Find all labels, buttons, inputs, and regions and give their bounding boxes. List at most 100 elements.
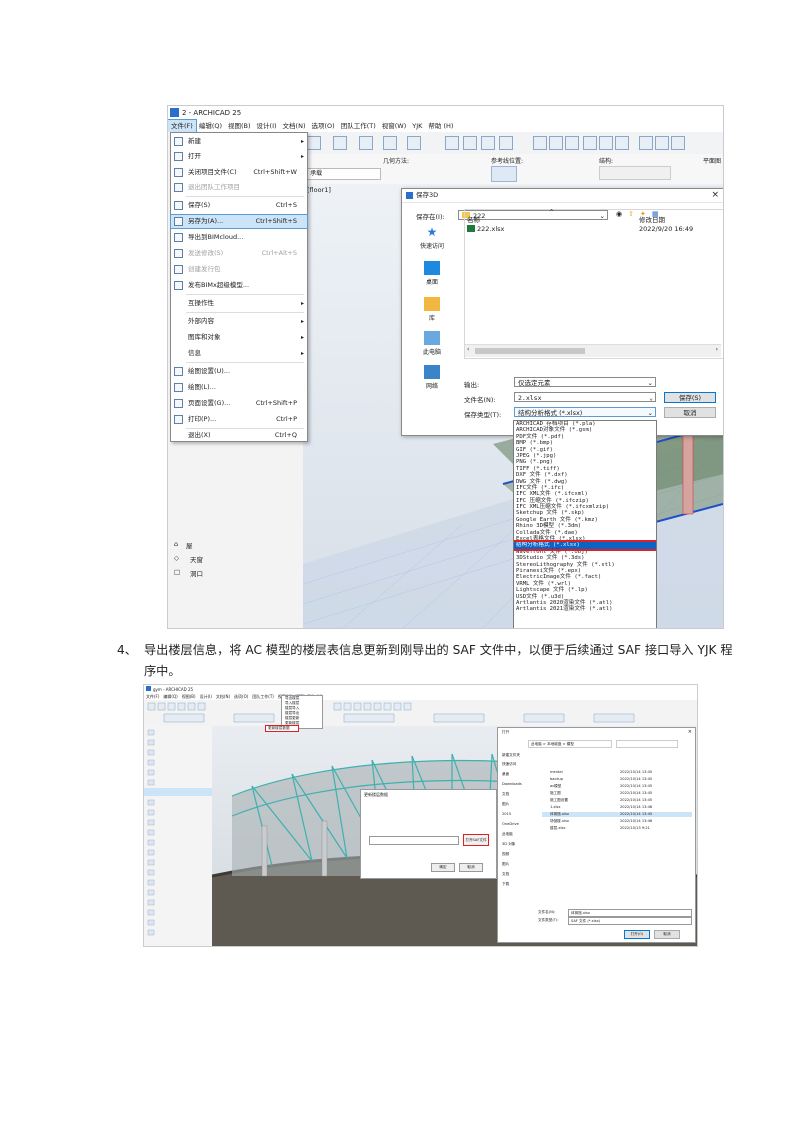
col-header-name[interactable]: 名称	[467, 214, 480, 224]
col-header-date[interactable]: 修改日期	[639, 214, 665, 224]
tool-icon[interactable]	[407, 136, 421, 150]
nav-network[interactable]: 网络	[404, 365, 460, 390]
menu-document[interactable]: 文档(N)	[280, 120, 309, 132]
nav-item[interactable]: 视频	[502, 852, 509, 857]
file-row[interactable]: ac模型 2022/10/14 13:45	[542, 784, 692, 789]
tool-icon[interactable]	[639, 136, 653, 150]
menu-item-exit[interactable]: 退出(X) Ctrl+Q	[171, 429, 307, 442]
nav-item[interactable]: 3D 对象	[502, 842, 515, 847]
nav-this-pc[interactable]: 此电脑	[404, 331, 460, 356]
new-folder-button[interactable]: 新建文件夹	[502, 753, 520, 758]
filetype-dropdown-list[interactable]: ARCHICAD 存档项目 (*.pla) ARCHICAD对象文件 (*.gsm…	[513, 420, 657, 628]
tool-icon[interactable]	[549, 136, 563, 150]
menu-design[interactable]: 设计(I)	[198, 694, 214, 699]
panel-item-skylight[interactable]: 天窗	[190, 554, 203, 564]
file-list[interactable]: 名称 ^ 修改日期 222.xlsx 2022/9/20 16:49 ‹ ›	[464, 209, 723, 359]
nav-item[interactable]: 文档	[502, 792, 509, 797]
filename-input[interactable]: 2.xlsx ⌄	[514, 392, 656, 402]
saf-path-input[interactable]	[369, 836, 459, 845]
export-select[interactable]: 仅选定元素 ⌄	[514, 377, 656, 387]
menu-item-create-package[interactable]: 创建发行包	[171, 263, 307, 276]
nav-item[interactable]: 图片	[502, 802, 509, 807]
menu-item-publish-bimx[interactable]: 发布BIMx超级模型...	[171, 279, 307, 292]
nav-libraries[interactable]: 库	[404, 297, 460, 322]
horizontal-scrollbar[interactable]: ‹ ›	[465, 344, 721, 357]
file-row[interactable]: backup 2022/10/14 13:45	[542, 777, 692, 782]
file-row[interactable]: 1.xlsx 2022/10/14 13:46	[542, 805, 692, 810]
open-button[interactable]: 打开(O)	[624, 930, 650, 939]
file-row[interactable]: mental 2022/10/14 13:45	[542, 770, 692, 775]
close-icon[interactable]: ×	[711, 189, 719, 202]
open-saf-button[interactable]: 打开SAF文件	[463, 834, 489, 846]
tool-icon[interactable]	[307, 136, 321, 150]
menu-view[interactable]: 视图(B)	[180, 694, 198, 699]
tool-icon[interactable]	[671, 136, 685, 150]
panel-item-roof[interactable]: 屋	[186, 540, 193, 550]
nav-item[interactable]: Downloads	[502, 782, 522, 787]
menu-item-open[interactable]: 打开 ▸	[171, 150, 307, 163]
menu-item-print[interactable]: 打印(P)... Ctrl+P	[171, 413, 307, 426]
menu-file[interactable]: 文件(F)	[144, 694, 161, 699]
menu-item-info[interactable]: 信息 ▸	[171, 347, 307, 360]
tool-icon[interactable]	[383, 136, 397, 150]
menu-item-drawing[interactable]: 绘图(L)...	[171, 381, 307, 394]
file-row[interactable]: 体育馆.xlsx 2022/10/14 13:45	[542, 812, 692, 817]
chevron-left-icon[interactable]: ‹	[467, 346, 469, 353]
cancel-button[interactable]: 取消	[664, 407, 716, 418]
nav-desktop[interactable]: 桌面	[404, 261, 460, 286]
menu-view[interactable]: 视图(B)	[225, 120, 254, 132]
filetype-select[interactable]: 结构分析格式 (*.xlsx) ⌄	[514, 407, 656, 417]
menu-item-libraries[interactable]: 图库和对象 ▸	[171, 331, 307, 344]
tool-icon[interactable]	[481, 136, 495, 150]
menu-file[interactable]: 文件(F)	[168, 119, 197, 133]
menu-item-external-content[interactable]: 外部内容 ▸	[171, 315, 307, 328]
cancel-button[interactable]: 取消	[459, 863, 483, 872]
filename-input[interactable]: 体育馆.xlsx	[568, 909, 692, 917]
nav-item[interactable]: 下载	[502, 882, 509, 887]
filetype-option[interactable]: Artlantis 2021渲染文件 (*.atl)	[514, 606, 656, 612]
file-row[interactable]: 施工图设置 2022/10/14 13:45	[542, 798, 692, 803]
menu-item-export-bimcloud[interactable]: 导出到BIMcloud...	[171, 231, 307, 244]
nav-item[interactable]: 快速访问	[502, 762, 516, 767]
tool-icon[interactable]	[333, 136, 347, 150]
save-button[interactable]: 保存(S)	[664, 392, 716, 403]
menu-options[interactable]: 选项(O)	[308, 120, 337, 132]
nav-item[interactable]: 文档	[502, 872, 509, 877]
chevron-right-icon[interactable]: ›	[716, 346, 718, 353]
structure-field[interactable]	[599, 166, 671, 180]
nav-item[interactable]: 此电脑	[502, 832, 513, 837]
menu-teamwork[interactable]: 团队工作(T)	[250, 694, 276, 699]
menu-teamwork[interactable]: 团队工作(T)	[338, 120, 379, 132]
nav-item[interactable]: 桌面	[502, 772, 509, 777]
menu-options[interactable]: 选项(O)	[232, 694, 250, 699]
menu-item-new[interactable]: 新建 ▸	[171, 135, 307, 148]
list-item[interactable]: 222.xlsx 2022/9/20 16:49	[465, 224, 721, 234]
scrollbar-thumb[interactable]	[475, 348, 585, 354]
menu-edit[interactable]: 编辑(Q)	[196, 120, 225, 132]
ref-line-icon[interactable]	[491, 166, 517, 182]
path-bar[interactable]: 此电脑 > 本地磁盘 > 模型	[528, 740, 612, 748]
cancel-button[interactable]: 取消	[654, 930, 680, 939]
nav-item[interactable]: OneDrive	[502, 822, 519, 827]
menu-item-leave-teamwork[interactable]: 退出团队工作项目	[171, 181, 307, 194]
tool-icon[interactable]	[615, 136, 629, 150]
nav-quick-access[interactable]: ★ 快速访问	[404, 225, 460, 250]
menu-yjk[interactable]: YJK	[409, 120, 425, 132]
menu-item-page-setup[interactable]: 页面设置(G)... Ctrl+Shift+P	[171, 397, 307, 410]
menu-item-save-as[interactable]: 另存为(A)... Ctrl+Shift+S	[170, 214, 308, 229]
file-list[interactable]: mental 2022/10/14 13:45 backup 2022/10/14 1…	[542, 762, 692, 902]
tool-icon[interactable]	[445, 136, 459, 150]
menu-item-interoperability[interactable]: 互操作性 ▸	[171, 297, 307, 310]
tool-icon[interactable]	[565, 136, 579, 150]
tool-icon[interactable]	[463, 136, 477, 150]
yjk-update-stories-item[interactable]: 更新楼层数据	[265, 725, 299, 732]
story-field[interactable]: - 承载	[303, 168, 381, 180]
menu-item-save[interactable]: 保存(S) Ctrl+S	[171, 199, 307, 212]
file-row[interactable]: 楼层.xlsx 2022/10/13 9:21	[542, 826, 692, 831]
filetype-select[interactable]: SAF 文件 (*.xlsx)	[568, 917, 692, 925]
panel-item-opening[interactable]: 洞口	[190, 568, 203, 578]
tool-icon[interactable]	[359, 136, 373, 150]
menu-edit[interactable]: 编辑(Q)	[161, 694, 179, 699]
tool-icon[interactable]	[583, 136, 597, 150]
file-row[interactable]: 场馆楼.xlsx 2022/10/14 13:46	[542, 819, 692, 824]
